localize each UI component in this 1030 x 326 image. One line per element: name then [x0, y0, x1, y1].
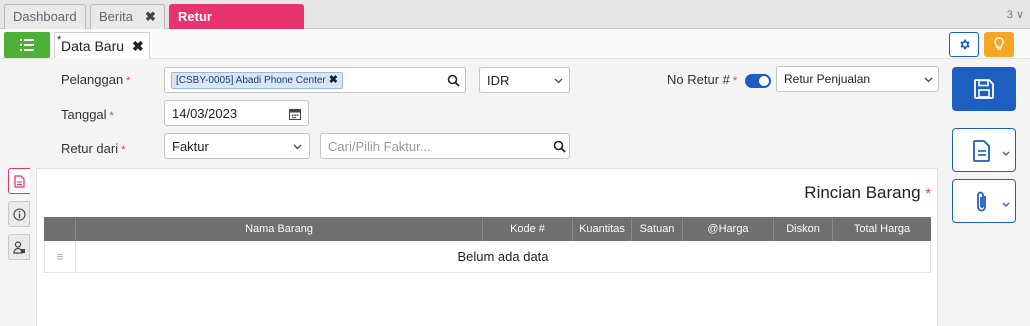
pelanggan-field[interactable]: [CSBY-0005] Abadi Phone Center ✖	[164, 67, 466, 93]
required-mark: *	[121, 144, 126, 156]
column-header[interactable]: Total Harga	[832, 217, 931, 241]
tab-dashboard-label: Dashboard	[13, 9, 77, 24]
no-retur-type-select[interactable]: Retur Penjualan	[776, 66, 939, 92]
tanggal-value: 14/03/2023	[172, 106, 238, 121]
required-mark: *	[732, 75, 738, 87]
document-icon	[14, 175, 25, 188]
faktur-search-field[interactable]: Cari/Pilih Faktur...	[320, 133, 570, 159]
chevron-down-icon	[924, 77, 933, 83]
calendar-icon[interactable]	[289, 108, 301, 120]
no-retur-auto-toggle[interactable]	[745, 74, 771, 88]
tab-info[interactable]	[8, 201, 30, 227]
column-header[interactable]: Kuantitas	[572, 217, 631, 241]
items-table: Nama Barang Kode # Kuantitas Satuan @Har…	[44, 217, 931, 273]
search-icon[interactable]	[553, 140, 566, 153]
tab-person[interactable]	[8, 234, 30, 260]
document-menu-button[interactable]	[952, 128, 1016, 172]
table-row: ≡ Belum ada data	[44, 241, 931, 273]
column-header[interactable]: @Harga	[682, 217, 773, 241]
person-icon	[13, 241, 25, 254]
pelanggan-label-text: Pelanggan	[61, 72, 124, 87]
chevron-down-icon	[1002, 202, 1010, 207]
tab-dashboard[interactable]: Dashboard	[4, 4, 86, 29]
gear-icon	[960, 39, 970, 50]
customer-chip: [CSBY-0005] Abadi Phone Center ✖	[171, 72, 343, 89]
retur-dari-label-text: Retur dari	[61, 141, 119, 156]
sub-tab-bar: * Data Baru ✖	[0, 29, 1030, 59]
column-header[interactable]: Nama Barang	[75, 217, 482, 241]
main-area: * Data Baru ✖ Pelanggan * [CSBY-0005] Aba…	[0, 29, 1030, 326]
drag-handle-icon[interactable]: ≡	[45, 241, 76, 272]
chip-remove-icon[interactable]: ✖	[329, 74, 338, 86]
panel-title: Rincian Barang *	[804, 183, 931, 203]
list-icon	[20, 39, 34, 51]
tips-button[interactable]	[984, 32, 1014, 57]
paperclip-icon	[977, 191, 986, 212]
required-mark: *	[925, 185, 931, 201]
retur-dari-value: Faktur	[172, 139, 209, 154]
save-icon	[974, 79, 994, 99]
document-icon	[973, 140, 990, 162]
tab-berita-label: Berita	[99, 9, 133, 24]
tanggal-field[interactable]: 14/03/2023	[164, 100, 309, 126]
settings-button[interactable]	[949, 32, 979, 57]
tanggal-label: Tanggal *	[61, 107, 114, 122]
panel-title-text: Rincian Barang	[804, 183, 921, 202]
info-icon	[13, 208, 26, 221]
retur-dari-label: Retur dari *	[61, 141, 125, 156]
currency-select[interactable]: IDR	[479, 67, 570, 93]
empty-message: Belum ada data	[457, 249, 549, 264]
table-header: Nama Barang Kode # Kuantitas Satuan @Har…	[44, 217, 931, 241]
close-icon[interactable]: ✖	[145, 9, 156, 24]
no-retur-label: No Retur # *	[667, 72, 737, 87]
no-retur-label-text: No Retur #	[667, 72, 730, 87]
bulb-icon	[994, 37, 1004, 50]
no-retur-type-value: Retur Penjualan	[784, 72, 871, 86]
faktur-search-placeholder: Cari/Pilih Faktur...	[328, 139, 431, 154]
tab-berita[interactable]: Berita ✖	[90, 4, 165, 29]
toggle-knob	[759, 76, 769, 86]
required-mark: *	[109, 110, 114, 122]
tab-data-baru[interactable]: * Data Baru ✖	[54, 32, 150, 59]
tab-count-dropdown[interactable]: 3 ∨	[1007, 8, 1024, 21]
tab-rincian-barang[interactable]	[8, 168, 30, 194]
attachment-menu-button[interactable]	[952, 179, 1016, 223]
chevron-down-icon	[1002, 151, 1010, 156]
rincian-barang-panel: Rincian Barang * Nama Barang Kode # Kuant…	[36, 168, 938, 326]
tanggal-label-text: Tanggal	[61, 107, 107, 122]
customer-chip-label: [CSBY-0005] Abadi Phone Center	[176, 75, 326, 86]
tab-retur-penjualan[interactable]: Retur Penjualan✖	[169, 4, 304, 47]
currency-value: IDR	[487, 73, 510, 88]
column-header[interactable]: Diskon	[773, 217, 832, 241]
tab-data-baru-label: Data Baru	[61, 38, 125, 54]
top-tab-bar: Dashboard Berita ✖ Retur Penjualan✖ 3 ∨	[0, 0, 1030, 47]
retur-dari-select[interactable]: Faktur	[164, 133, 310, 159]
menu-button[interactable]	[4, 32, 50, 58]
search-icon[interactable]	[447, 74, 460, 87]
required-mark: *	[126, 75, 131, 87]
pelanggan-label: Pelanggan *	[61, 72, 130, 87]
chevron-down-icon	[293, 144, 302, 150]
column-header[interactable]: Satuan	[631, 217, 682, 241]
close-icon[interactable]: ✖	[132, 38, 144, 54]
unsaved-marker: *	[57, 34, 62, 46]
save-button[interactable]	[952, 67, 1016, 111]
column-header[interactable]: Kode #	[482, 217, 572, 241]
chevron-down-icon	[554, 78, 563, 84]
